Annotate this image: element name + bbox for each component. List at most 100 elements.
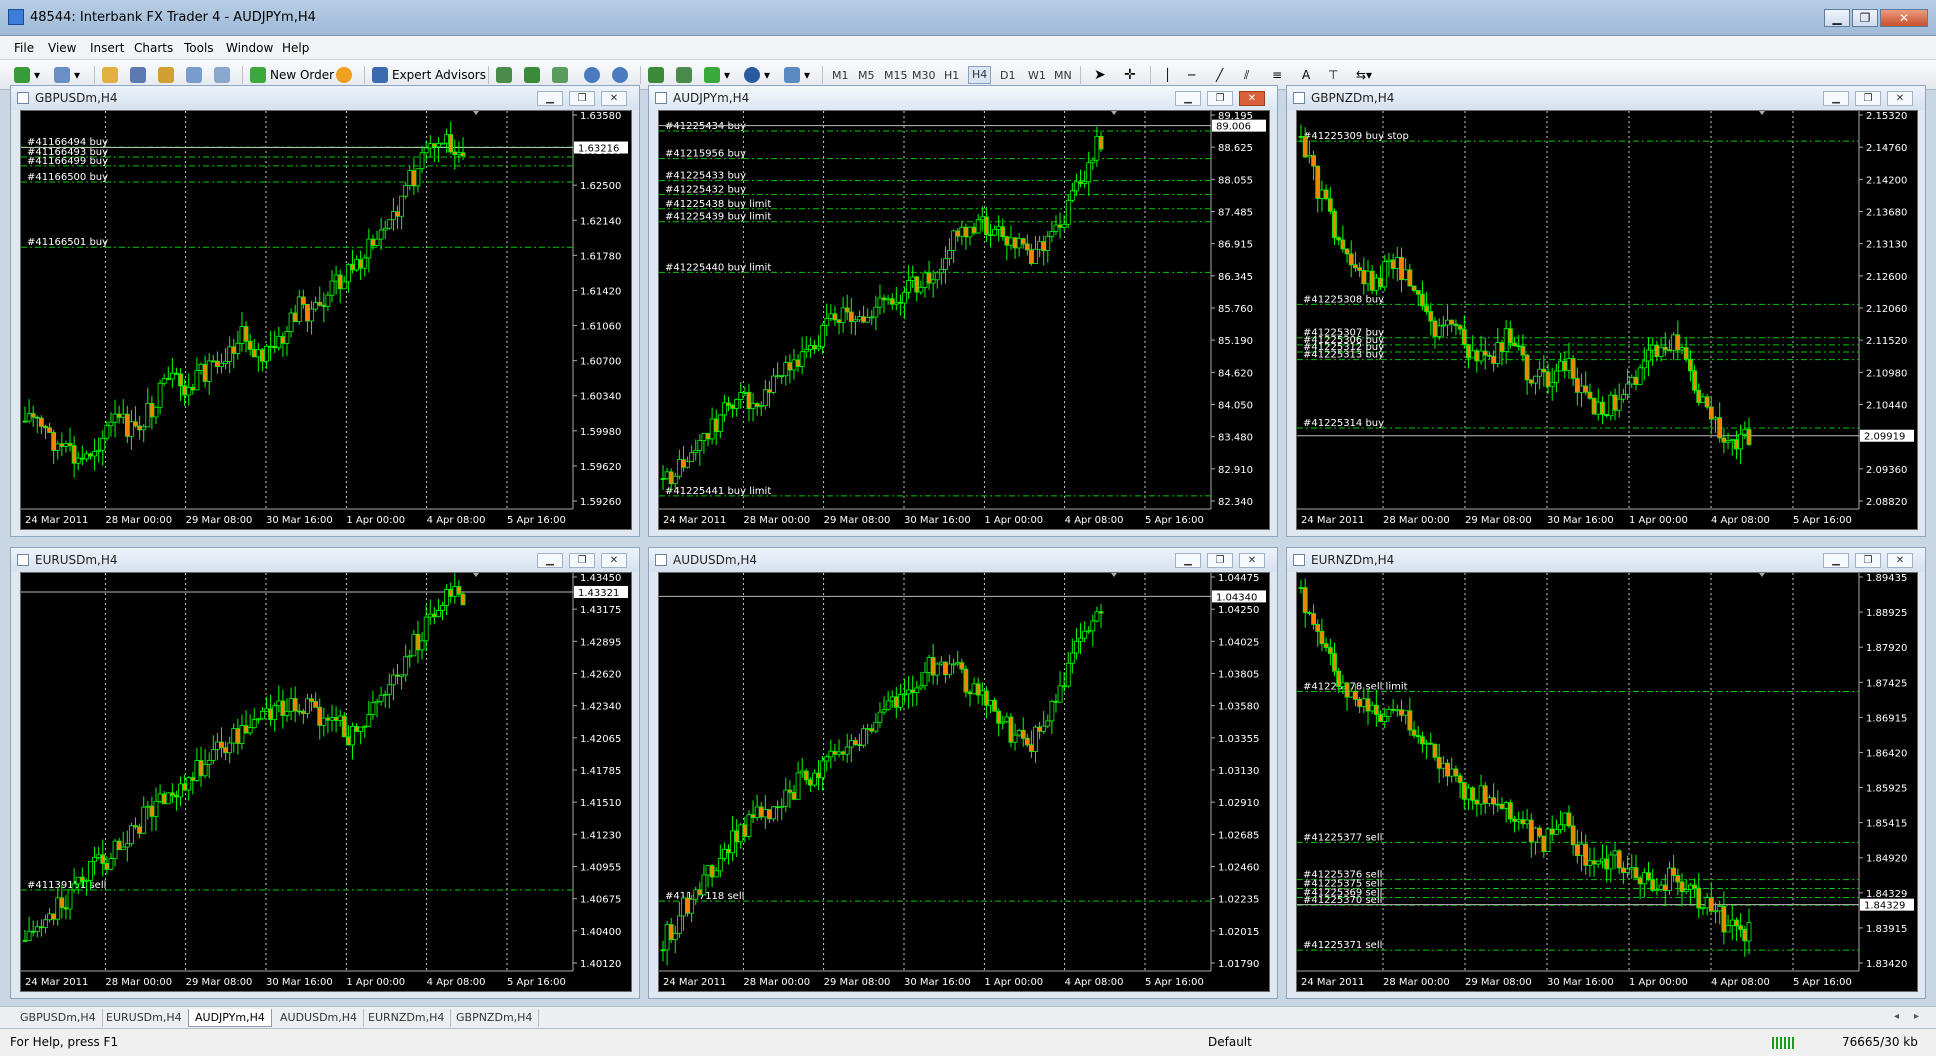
chart-window-titlebar[interactable]: GBPUSDm,H4 ▁ ❐ ✕ (11, 86, 639, 110)
horizontal-line-tool[interactable]: ─ (1188, 65, 1195, 85)
chart-window-gbpnzd[interactable]: GBPNZDm,H4 ▁ ❐ ✕ 2.15320 2.14760 2.14200 2.1368… (1286, 85, 1926, 537)
timeframe-m30[interactable]: M30 (912, 69, 936, 82)
expert-advisors-button[interactable]: Expert Advisors (372, 65, 486, 85)
menu-insert[interactable]: Insert (90, 41, 124, 55)
crosshair-tool[interactable]: ✛ (1124, 65, 1136, 85)
timeframe-d1[interactable]: D1 (1000, 69, 1015, 82)
autoscroll-button[interactable] (648, 65, 664, 85)
close-button[interactable]: ✕ (1880, 9, 1928, 27)
new-order-button[interactable]: New Order (250, 65, 334, 85)
tab-gbpnzd[interactable]: GBPNZDm,H4 (450, 1009, 540, 1027)
timeframe-m1[interactable]: M1 (832, 69, 849, 82)
price-chart[interactable]: 89.195 88.625 88.055 87.485 86.915 86.345 85.7… (658, 110, 1270, 530)
market-watch-button[interactable] (102, 65, 118, 85)
zoom-in-button[interactable] (584, 65, 600, 85)
menu-file[interactable]: File (14, 41, 34, 55)
channel-tool[interactable]: ⫽ (1244, 65, 1249, 85)
chart-restore-button[interactable]: ❐ (1207, 91, 1233, 106)
candle-body (1336, 670, 1342, 687)
chart-window-titlebar[interactable]: EURUSDm,H4 ▁ ❐ ✕ (11, 548, 639, 572)
chart-close-button[interactable]: ✕ (1887, 91, 1913, 106)
tab-scroll-left-icon[interactable]: ◂ (1894, 1011, 1899, 1022)
chart-restore-button[interactable]: ❐ (1855, 553, 1881, 568)
minimize-button[interactable]: ▁ (1824, 9, 1850, 27)
navigator-button[interactable] (130, 65, 146, 85)
chart-window-titlebar[interactable]: AUDJPYm,H4 ▁ ❐ ✕ (649, 86, 1277, 110)
text-tool[interactable]: A (1302, 65, 1310, 85)
tab-gbpusd[interactable]: GBPUSDm,H4 (14, 1009, 103, 1027)
line-chart-button[interactable] (552, 65, 568, 85)
maximize-button[interactable]: ❐ (1852, 9, 1878, 27)
chart-restore-button[interactable]: ❐ (569, 91, 595, 106)
chart-window-eurnzd[interactable]: EURNZDm,H4 ▁ ❐ ✕ 1.89435 1.88925 1.87920 1.8742… (1286, 547, 1926, 999)
cursor-tool[interactable]: ➤ (1094, 65, 1106, 85)
chart-close-button[interactable]: ✕ (1239, 553, 1265, 568)
timeframe-mn[interactable]: MN (1054, 69, 1072, 82)
chart-close-button[interactable]: ✕ (1239, 91, 1265, 106)
chart-close-button[interactable]: ✕ (601, 91, 627, 106)
candle-body (926, 657, 932, 673)
timeframe-m5[interactable]: M5 (858, 69, 875, 82)
text-label-tool[interactable]: ⊤ (1328, 65, 1338, 85)
tab-eurnzd[interactable]: EURNZDm,H4 (362, 1009, 452, 1027)
timeframe-w1[interactable]: W1 (1028, 69, 1046, 82)
periods-button[interactable]: ▾ (744, 65, 770, 85)
tab-scroll-right-icon[interactable]: ▸ (1914, 1011, 1919, 1022)
chart-minimize-button[interactable]: ▁ (1823, 553, 1849, 568)
fibonacci-tool[interactable]: ≡ (1272, 65, 1282, 85)
chart-close-button[interactable]: ✕ (1887, 553, 1913, 568)
chart-window-titlebar[interactable]: EURNZDm,H4 ▁ ❐ ✕ (1287, 548, 1925, 572)
price-chart[interactable]: 1.635801.628601.625001.621401.617801.614… (20, 110, 632, 530)
chart-window-audusd[interactable]: AUDUSDm,H4 ▁ ❐ ✕ 1.04475 1.04250 1.04025 1.0380… (648, 547, 1278, 999)
chart-window-audjpy[interactable]: AUDJPYm,H4 ▁ ❐ ✕ 89.195 88.625 88.055 87.485 86.… (648, 85, 1278, 537)
candle-body (1528, 819, 1534, 843)
candlestick-button[interactable] (524, 65, 540, 85)
menu-view[interactable]: View (48, 41, 76, 55)
alert-button[interactable] (336, 65, 352, 85)
timeframe-h4[interactable]: H4 (968, 66, 992, 84)
tab-audjpy[interactable]: AUDJPYm,H4 (188, 1009, 272, 1027)
current-price-label: 1.63216 (578, 144, 619, 155)
chart-window-eurusd[interactable]: EURUSDm,H4 ▁ ❐ ✕ 1.43450 1.43175 1.42895 1.4262… (10, 547, 640, 999)
price-chart[interactable]: 1.89435 1.88925 1.87920 1.87425 1.86915 1.864… (1296, 572, 1918, 992)
strategy-tester-button[interactable] (214, 65, 230, 85)
indicators-button[interactable]: ▾ (704, 65, 730, 85)
price-chart[interactable]: 1.43450 1.43175 1.42895 1.42620 1.42340 1.420… (20, 572, 632, 992)
chart-restore-button[interactable]: ❐ (569, 553, 595, 568)
chart-minimize-button[interactable]: ▁ (1823, 91, 1849, 106)
chart-close-button[interactable]: ✕ (601, 553, 627, 568)
chart-minimize-button[interactable]: ▁ (537, 91, 563, 106)
arrows-tool[interactable]: ⇆▾ (1356, 65, 1372, 85)
chart-restore-button[interactable]: ❐ (1855, 91, 1881, 106)
menu-window[interactable]: Window (226, 41, 273, 55)
timeframe-h1[interactable]: H1 (944, 69, 959, 82)
terminal-button[interactable] (186, 65, 202, 85)
tab-audusd[interactable]: AUDUSDm,H4 (274, 1009, 365, 1027)
chart-minimize-button[interactable]: ▁ (1175, 553, 1201, 568)
chart-window-titlebar[interactable]: AUDUSDm,H4 ▁ ❐ ✕ (649, 548, 1277, 572)
chart-window-gbpusd[interactable]: GBPUSDm,H4▁❐✕1.635801.628601.625001.6214… (10, 85, 640, 537)
candle-body (1558, 360, 1563, 372)
chart-shift-button[interactable] (676, 65, 692, 85)
candle-body (1311, 155, 1316, 167)
bar-chart-button[interactable] (496, 65, 512, 85)
timeframe-m15[interactable]: M15 (884, 69, 908, 82)
chart-window-titlebar[interactable]: GBPNZDm,H4 ▁ ❐ ✕ (1287, 86, 1925, 110)
menu-help[interactable]: Help (282, 41, 309, 55)
profiles-button[interactable]: ▾ (54, 65, 80, 85)
menu-tools[interactable]: Tools (184, 41, 214, 55)
zoom-out-button[interactable] (612, 65, 628, 85)
price-chart[interactable]: 1.04475 1.04250 1.04025 1.03805 1.03580 1.033… (658, 572, 1270, 992)
candle-body (96, 854, 102, 858)
chart-minimize-button[interactable]: ▁ (1175, 91, 1201, 106)
menu-charts[interactable]: Charts (134, 41, 173, 55)
chart-restore-button[interactable]: ❐ (1207, 553, 1233, 568)
trendline-tool[interactable]: ╱ (1216, 65, 1223, 85)
new-chart-button[interactable]: ▾ (14, 65, 40, 85)
data-window-button[interactable] (158, 65, 174, 85)
price-chart[interactable]: 2.15320 2.14760 2.14200 2.13680 2.13130 2.126… (1296, 110, 1918, 530)
templates-button[interactable]: ▾ (784, 65, 810, 85)
chart-minimize-button[interactable]: ▁ (537, 553, 563, 568)
vertical-line-tool[interactable]: │ (1164, 65, 1171, 85)
tab-eurusd[interactable]: EURUSDm,H4 (100, 1009, 189, 1027)
